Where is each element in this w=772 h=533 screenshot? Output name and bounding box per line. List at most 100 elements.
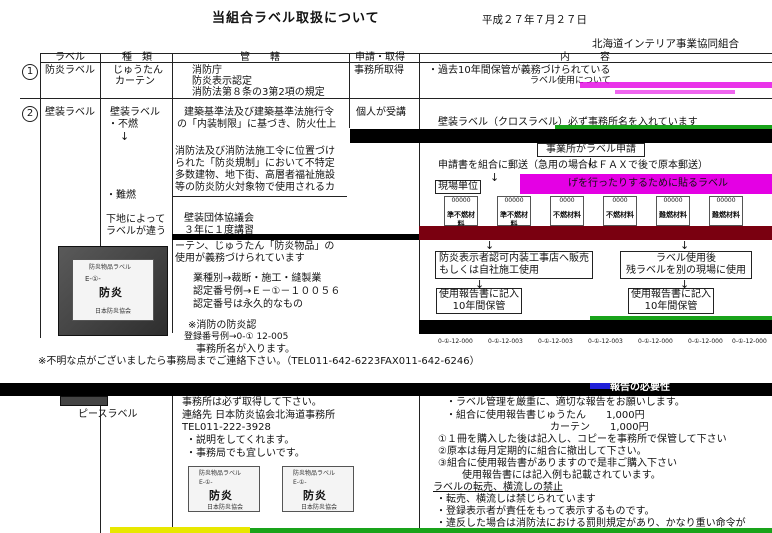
lower-right-line-1: ・ラベル管理を厳重に、適切な報告をお願いします。 [446, 397, 685, 408]
row1-apply: 事務所取得 [354, 65, 404, 76]
document-date: 平成２７年７月２７日 [482, 14, 587, 26]
lower-left-line-4: ・説明をしてくれます。 [186, 435, 295, 446]
black-band-left [172, 234, 419, 240]
lower-left-line-1: 事務所は必ず取得して下さい。 [182, 397, 322, 408]
sample-name: 難燃材料 [659, 211, 687, 220]
row2-label: 壁装ラベル [45, 107, 95, 118]
lower-stamp2-code: E-①- [293, 479, 307, 486]
lower-stamp-card-1: 防炎物品ラベル E-①- 防炎 日本防炎協会 [188, 466, 260, 512]
stamp-big-text: 防炎 [99, 286, 123, 299]
row2-kind-wall: 壁装ラベル [110, 107, 160, 118]
sample-code: 00000 [504, 197, 524, 204]
row2-kind-base-1: 下地によって [106, 214, 166, 225]
serial-6: 0-①-12-000 [688, 338, 723, 345]
lower-right-line-5: ②原本は毎月定期的に組合に撤出して下さい。 [438, 446, 647, 457]
column-header-jurisdiction: 管 轄 [240, 52, 280, 63]
flow-text-mail: 申請書を組合に郵送（急用の場合はＦＡＸで後で原本郵送） [438, 160, 708, 171]
row2-jur-mid-3: 多数建物、地下街、高層者福祉施設 [175, 170, 335, 181]
report-box-left-line1: 使用報告書に記入 [439, 289, 519, 300]
lower-left-line-5: ・事務局でも宜しいです。 [186, 448, 305, 459]
lower-right-line-4: ①１冊を購入した後は記入し、コピーを事務所で保管して下さい [438, 434, 727, 445]
lower-right-line-7: 使用報告書には記入例も記載されています。 [462, 470, 661, 481]
sample-code: 00000 [451, 197, 471, 204]
report-necessity-header: 報告の必要性 [610, 382, 670, 393]
sample-label-3: 0000 不燃材料 [550, 196, 584, 226]
row2-jur-top-2: の「内装制限」に基づき、防火仕上 [177, 119, 337, 130]
flow-arrow-right-icon: ↓ [680, 239, 690, 252]
row2-jur-note-1: ※消防の防炎認 [188, 320, 257, 331]
black-band-top [350, 129, 772, 143]
row2-jur-note-3: 事務所名が入ります。 [196, 344, 295, 355]
magenta-stripe-2 [615, 90, 735, 94]
sample-label-6: 00000 難燃材料 [709, 196, 743, 226]
lower-col-divider-1 [172, 396, 173, 533]
row1-number: 1 [22, 64, 38, 80]
report-box-right-line1: 使用報告書に記入 [631, 289, 711, 300]
lower-stamp1-top: 防炎物品ラベル [199, 470, 242, 477]
blue-marker [590, 383, 610, 389]
sample-label-2: 00000 準不燃材料 [497, 196, 531, 228]
row2-jur-cert-1: 業種別→裁断・施工・縫製業 [193, 273, 322, 284]
sample-code: 0000 [559, 197, 575, 204]
sample-label-1: 00000 準不燃材料 [444, 196, 478, 228]
flow-box-site-unit: 現場単位 [435, 180, 481, 194]
row1-kind-curtain: カーテン [115, 76, 155, 87]
row2-kind-base-2: ラベルが違う [106, 226, 166, 237]
sample-code: 00000 [716, 197, 736, 204]
lower-right-line-8: ラベルの転売、横流しの禁止 [433, 482, 563, 493]
column-header-kind: 種 類 [122, 52, 152, 63]
row2-number: 2 [22, 106, 38, 122]
dark-red-band [419, 226, 772, 240]
flow-box-sale-line1: 防炎表示者認可内装工事店へ販売 [439, 253, 589, 264]
row1-jurisdiction-3: 消防法第８条の3第2項の規定 [192, 87, 325, 98]
flow-box-sale-line2: もしくは自社施工使用 [439, 265, 539, 277]
black-band-serial [419, 320, 772, 334]
column-header-content: 内 容 [560, 52, 610, 63]
page-title: 当組合ラベル取扱について [212, 11, 380, 26]
stamp-code-text: E-①- [85, 275, 101, 283]
lower-right-line-6: ③組合に使用報告書がありますので是非ご購入下さい [438, 458, 677, 469]
serial-7: 0-①-12-000 [732, 338, 767, 345]
lower-right-line-2: ・組合に使用報告書じゅうたん 1,000円 [446, 410, 645, 421]
row2-jur-carpet-2: 使用が義務づけられています [175, 253, 305, 264]
sample-name: 不燃材料 [606, 211, 634, 220]
row2-jur-note-2: 登録番号例→0-① 12-005 [184, 332, 289, 342]
lower-stamp-card-2: 防炎物品ラベル E-①- 防炎 日本防炎協会 [282, 466, 354, 512]
lower-stamp1-sub: 日本防炎協会 [207, 504, 244, 511]
magenta-banner-text: げを行ったりするために貼るラベル [568, 178, 728, 189]
row2-jur-mid-4: 等の防炎防火対象物で使用されるカ [175, 182, 335, 193]
lower-left-line-2: 連絡先 日本防炎協会北海道事務所 [182, 410, 336, 421]
serial-4: 0-①-12-003 [588, 338, 623, 345]
lower-right-line-9: ・転売、横流しは禁じられています [436, 494, 596, 505]
column-header-label: ラベル [55, 52, 85, 63]
down-arrow-icon: ↓ [120, 130, 130, 143]
column-header-apply: 申請・取得 [355, 52, 405, 63]
flow-box-sale: 防炎表示者認可内装工事店へ販売 もしくは自社施工使用 [435, 251, 593, 279]
row1-bottom-border [20, 98, 772, 99]
sample-code: 0000 [612, 197, 628, 204]
row2-jur-mid-2: られた「防炎規制」において不特定 [175, 158, 335, 169]
serial-1: 0-①-12-000 [438, 338, 473, 345]
lower-stamp2-sub: 日本防炎協会 [301, 504, 338, 511]
yellow-band-bottom [110, 527, 250, 533]
flow-box-reuse-line1: ラベル使用後 [656, 253, 716, 264]
lower-stamp1-big: 防炎 [209, 489, 233, 502]
row2-jur-top-1: 建築基準法及び建築基準法施行令 [184, 107, 334, 118]
row2-kind-flameretardant: ・難燃 [106, 190, 136, 201]
serial-5: 0-①-12-000 [638, 338, 673, 345]
flow-arrow-left-icon: ↓ [485, 239, 495, 252]
flow-box-site-unit-text: 現場単位 [438, 181, 478, 192]
flow-box-application: 事業所がラベル申請 [537, 143, 645, 157]
sample-label-4: 0000 不燃材料 [603, 196, 637, 226]
lower-col-divider-2 [419, 396, 420, 533]
organization-name: 北海道インテリア事業協同組合 [592, 38, 739, 50]
col-divider-3 [349, 53, 350, 128]
col-divider-2 [172, 53, 173, 333]
row2-jur-low-1: 壁装団体協議会 [184, 213, 254, 224]
row2-jur-cert-2: 認定番号例→Ｅ－①－１００５６ [193, 286, 341, 297]
sample-code: 00000 [663, 197, 683, 204]
lower-left-line-3: TEL011-222-3928 [182, 422, 271, 433]
stamp-sub-text: 日本防炎協会 [95, 308, 132, 315]
lower-right-line-10: ・登録表示者が責任をもって表示するものです。 [436, 506, 655, 517]
green-band-bottom [250, 528, 772, 533]
